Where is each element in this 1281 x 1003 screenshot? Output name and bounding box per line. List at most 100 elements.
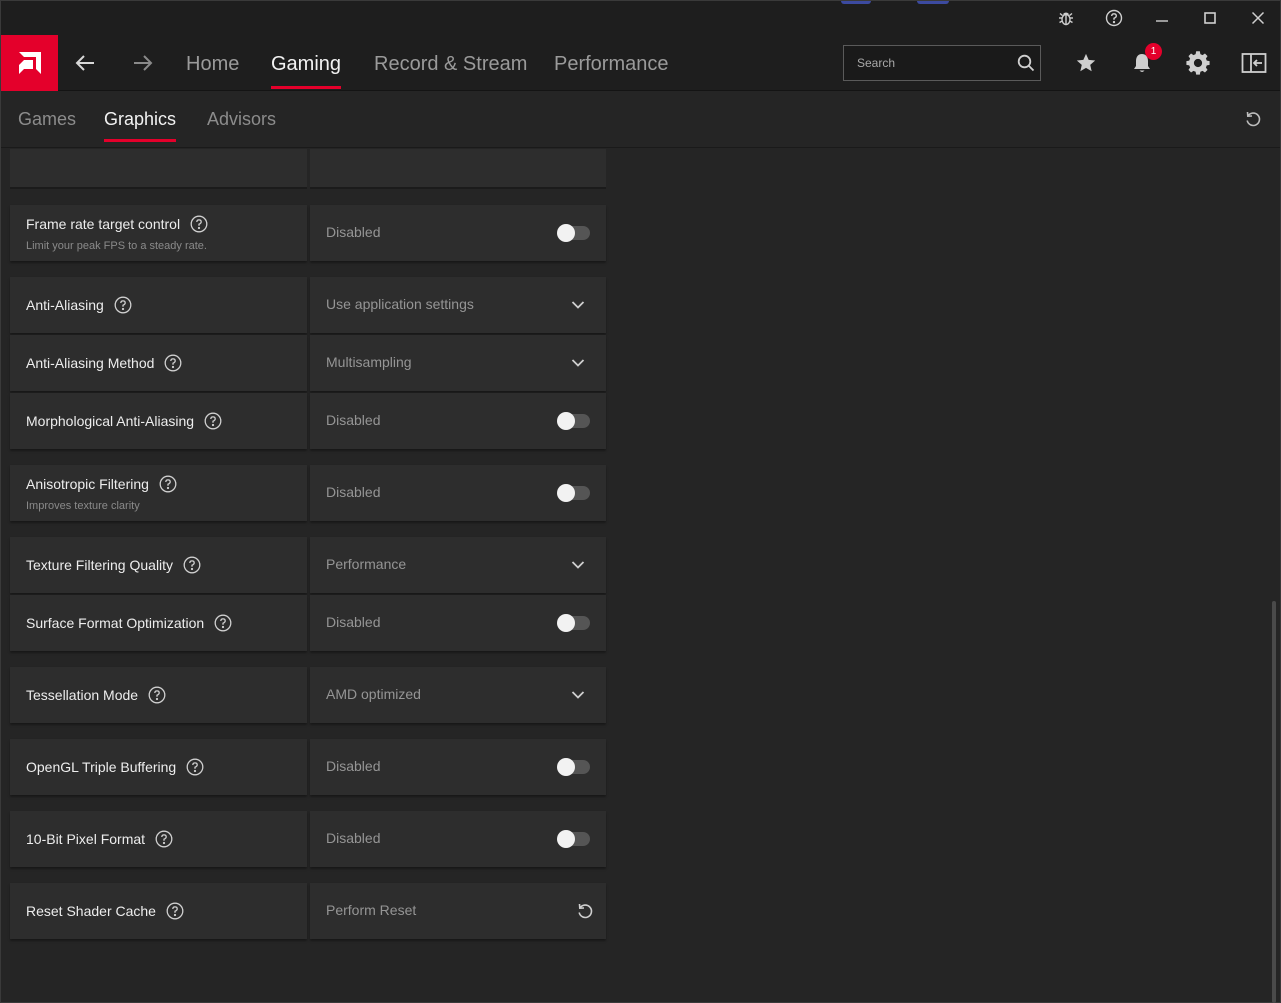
toggle-knob xyxy=(557,614,575,632)
search-icon[interactable] xyxy=(1012,46,1040,80)
setting-row-tessellation-mode: Tessellation Mode AMD optimized xyxy=(10,667,606,723)
forward-arrow-icon[interactable] xyxy=(129,49,157,77)
setting-label: Frame rate target control xyxy=(26,216,181,232)
setting-label-cell: Tessellation Mode xyxy=(10,667,307,723)
setting-control-toggle[interactable]: Disabled xyxy=(310,739,606,795)
setting-value: Disabled xyxy=(326,224,381,240)
bug-report-icon[interactable] xyxy=(1053,5,1079,31)
close-icon[interactable] xyxy=(1245,5,1271,31)
window-decoration xyxy=(841,1,951,4)
nav-gaming[interactable]: Gaming xyxy=(271,51,342,89)
tab-graphics[interactable]: Graphics xyxy=(104,108,177,142)
main-nav-bar: Home Gaming Record & Stream Performance … xyxy=(1,35,1280,91)
maximize-icon[interactable] xyxy=(1197,5,1223,31)
setting-label: Anti-Aliasing xyxy=(26,297,104,313)
setting-row-10-bit-pixel-format: 10-Bit Pixel Format Disabled xyxy=(10,811,606,867)
amd-logo-icon[interactable] xyxy=(1,35,58,91)
chevron-down-icon[interactable] xyxy=(568,295,588,315)
setting-control-reset[interactable]: Perform Reset xyxy=(310,883,606,939)
setting-label-cell: Morphological Anti-Aliasing xyxy=(10,393,307,449)
setting-label-cell: Reset Shader Cache xyxy=(10,883,307,939)
setting-row-texture-filtering-quality: Texture Filtering Quality Performance xyxy=(10,537,606,593)
setting-row-morphological-anti-aliasing: Morphological Anti-Aliasing Disabled xyxy=(10,393,606,449)
chevron-down-icon[interactable] xyxy=(568,685,588,705)
setting-row-anti-aliasing-method: Anti-Aliasing Method Multisampling xyxy=(10,335,606,391)
toggle-switch[interactable] xyxy=(557,484,590,502)
help-icon[interactable] xyxy=(190,215,208,233)
setting-label: Reset Shader Cache xyxy=(26,903,156,919)
setting-control-toggle[interactable]: Disabled xyxy=(310,393,606,449)
title-bar xyxy=(1,1,1280,35)
help-icon[interactable] xyxy=(114,296,132,314)
content-scrollbar[interactable] xyxy=(1272,601,1276,1003)
help-icon[interactable] xyxy=(155,830,173,848)
notification-count-badge: 1 xyxy=(1145,43,1162,60)
nav-performance[interactable]: Performance xyxy=(554,51,669,77)
help-icon[interactable] xyxy=(166,902,184,920)
settings-gear-icon[interactable] xyxy=(1182,47,1214,79)
setting-value: Disabled xyxy=(326,614,381,630)
setting-label: Tessellation Mode xyxy=(26,687,139,703)
setting-row-anisotropic-filtering: Anisotropic Filtering Improves texture cl… xyxy=(10,465,606,521)
setting-description: Improves texture clarity xyxy=(26,500,140,512)
favorites-star-icon[interactable] xyxy=(1070,47,1102,79)
sidebar-panel-icon[interactable] xyxy=(1238,47,1270,79)
nav-home[interactable]: Home xyxy=(186,51,239,77)
setting-label-cell: Surface Format Optimization xyxy=(10,595,307,651)
toggle-knob xyxy=(557,830,575,848)
toggle-switch[interactable] xyxy=(557,412,590,430)
chevron-down-icon[interactable] xyxy=(568,353,588,373)
toggle-knob xyxy=(557,484,575,502)
reset-all-settings-icon[interactable] xyxy=(1241,107,1265,131)
setting-label: Anti-Aliasing Method xyxy=(26,355,155,371)
setting-control-dropdown[interactable]: Use application settings xyxy=(310,277,606,333)
help-icon[interactable] xyxy=(164,354,182,372)
reset-icon[interactable] xyxy=(575,901,595,921)
toggle-knob xyxy=(557,224,575,242)
toggle-switch[interactable] xyxy=(557,830,590,848)
back-arrow-icon[interactable] xyxy=(71,49,99,77)
partial-setting-row xyxy=(10,149,606,189)
setting-control-dropdown[interactable]: AMD optimized xyxy=(310,667,606,723)
tab-games[interactable]: Games xyxy=(18,108,76,130)
setting-value: Perform Reset xyxy=(326,902,417,918)
chevron-down-icon[interactable] xyxy=(568,555,588,575)
search-box xyxy=(843,45,1041,81)
setting-label: OpenGL Triple Buffering xyxy=(26,759,177,775)
search-input[interactable] xyxy=(844,46,1012,80)
help-icon[interactable] xyxy=(214,614,232,632)
setting-label-cell: Anisotropic Filtering Improves texture cl… xyxy=(10,465,307,521)
setting-value: Disabled xyxy=(326,484,381,500)
setting-value: Multisampling xyxy=(326,354,412,370)
setting-value: Disabled xyxy=(326,830,381,846)
setting-value: Use application settings xyxy=(326,296,474,312)
setting-label-cell: OpenGL Triple Buffering xyxy=(10,739,307,795)
help-icon[interactable] xyxy=(159,475,177,493)
tab-advisors[interactable]: Advisors xyxy=(207,108,276,130)
toggle-knob xyxy=(557,412,575,430)
setting-control-toggle[interactable]: Disabled xyxy=(310,465,606,521)
toggle-switch[interactable] xyxy=(557,614,590,632)
setting-control-toggle[interactable]: Disabled xyxy=(310,811,606,867)
setting-control-dropdown[interactable]: Performance xyxy=(310,537,606,593)
setting-control-toggle[interactable]: Disabled xyxy=(310,595,606,651)
setting-label: Surface Format Optimization xyxy=(26,615,205,631)
minimize-icon[interactable] xyxy=(1149,5,1175,31)
help-icon[interactable] xyxy=(186,758,204,776)
setting-control-toggle[interactable]: Disabled xyxy=(310,205,606,261)
help-icon[interactable] xyxy=(204,412,222,430)
toggle-switch[interactable] xyxy=(557,758,590,776)
setting-label-cell: 10-Bit Pixel Format xyxy=(10,811,307,867)
setting-value: Disabled xyxy=(326,758,381,774)
setting-label: Texture Filtering Quality xyxy=(26,557,174,573)
setting-row-surface-format-optimization: Surface Format Optimization Disabled xyxy=(10,595,606,651)
help-icon[interactable] xyxy=(148,686,166,704)
setting-control-dropdown[interactable]: Multisampling xyxy=(310,335,606,391)
help-icon[interactable] xyxy=(183,556,201,574)
toggle-switch[interactable] xyxy=(557,224,590,242)
setting-row-opengl-triple-buffering: OpenGL Triple Buffering Disabled xyxy=(10,739,606,795)
setting-value: Disabled xyxy=(326,412,381,428)
setting-label-cell: Texture Filtering Quality xyxy=(10,537,307,593)
nav-record-stream[interactable]: Record & Stream xyxy=(374,51,527,77)
help-icon[interactable] xyxy=(1101,5,1127,31)
